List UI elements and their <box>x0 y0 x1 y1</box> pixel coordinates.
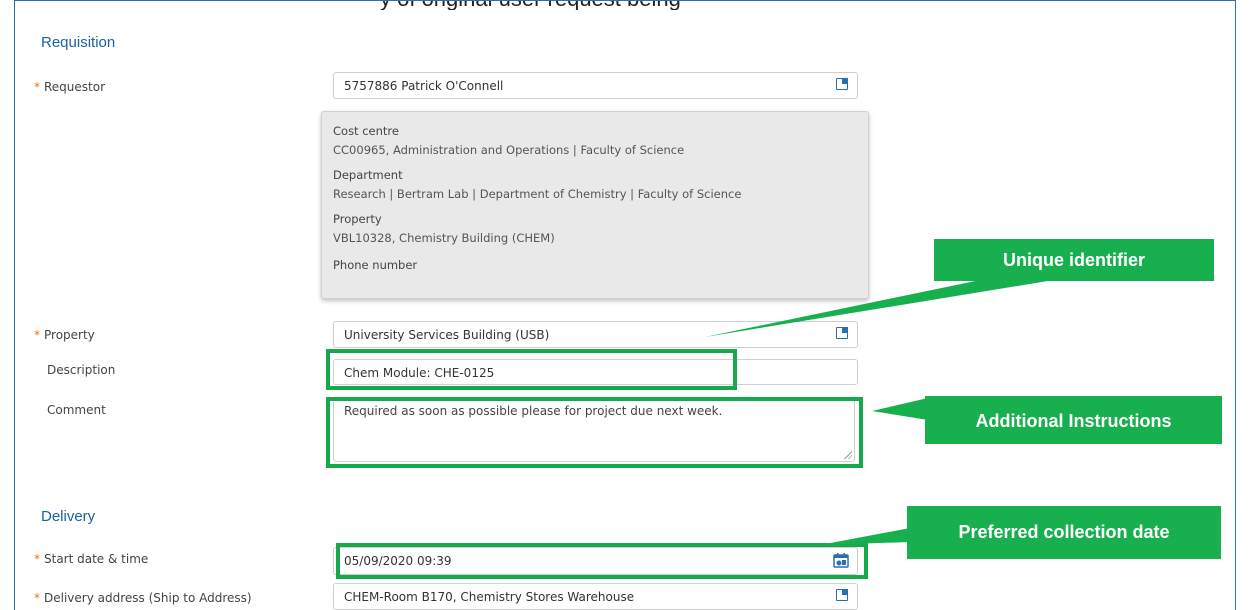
lookup-icon[interactable] <box>836 327 848 339</box>
start-date-label-text: Start date & time <box>44 552 149 566</box>
section-title-requisition: Requisition <box>41 34 116 51</box>
start-date-label: * Start date & time <box>34 552 148 566</box>
required-asterisk: * <box>34 552 40 566</box>
callout-unique-identifier: Unique identifier <box>934 239 1214 281</box>
delivery-address-label: * Delivery address (Ship to Address) <box>34 591 252 605</box>
callout-preferred-collection-date: Preferred collection date <box>907 506 1221 559</box>
requestor-value: 5757886 Patrick O'Connell <box>344 79 504 93</box>
description-label: Description <box>47 363 116 377</box>
delivery-address-value: CHEM-Room B170, Chemistry Stores Warehou… <box>344 590 635 604</box>
property-field[interactable]: University Services Building (USB) <box>333 321 858 348</box>
delivery-address-label-text: Delivery address (Ship to Address) <box>44 591 252 605</box>
callout-additional-instructions: Additional Instructions <box>925 396 1222 444</box>
highlight-comment <box>326 397 863 468</box>
cost-centre-value: CC00965, Administration and Operations |… <box>333 143 685 157</box>
delivery-address-field[interactable]: CHEM-Room B170, Chemistry Stores Warehou… <box>333 583 858 610</box>
required-asterisk: * <box>34 80 40 94</box>
requestor-label-text: Requestor <box>44 80 106 94</box>
required-asterisk: * <box>34 328 40 342</box>
phone-number-label: Phone number <box>333 258 418 272</box>
requestor-label: * Requestor <box>34 80 105 94</box>
lookup-icon[interactable] <box>836 78 848 90</box>
requestor-field[interactable]: 5757886 Patrick O'Connell <box>333 72 858 99</box>
info-property-value: VBL10328, Chemistry Building (CHEM) <box>333 231 555 245</box>
department-value: Research | Bertram Lab | Department of C… <box>333 187 742 201</box>
department-label: Department <box>333 168 403 182</box>
property-value: University Services Building (USB) <box>344 328 550 342</box>
highlight-description <box>326 349 737 390</box>
section-title-delivery: Delivery <box>41 508 96 525</box>
property-label: * Property <box>34 328 95 342</box>
highlight-start-date <box>336 543 868 579</box>
requestor-info-popup: Cost centre CC00965, Administration and … <box>321 111 869 299</box>
info-property-label: Property <box>333 212 382 226</box>
comment-label: Comment <box>47 403 106 417</box>
lookup-icon[interactable] <box>836 589 848 601</box>
property-label-text: Property <box>44 328 95 342</box>
required-asterisk: * <box>34 591 40 605</box>
cost-centre-label: Cost centre <box>333 124 399 138</box>
